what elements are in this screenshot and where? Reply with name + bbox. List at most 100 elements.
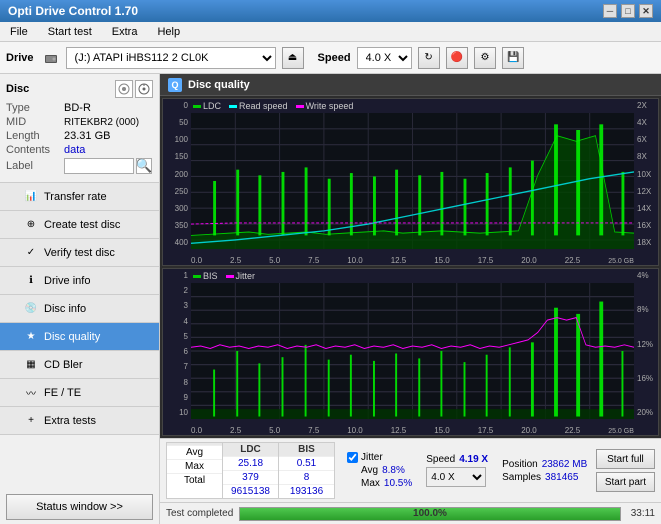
legend-ldc-label: LDC <box>203 101 221 111</box>
jitter-max-row: Max 10.5% <box>347 478 412 489</box>
progress-percent: 100.0% <box>240 508 619 520</box>
label-label: Label <box>6 160 64 172</box>
nav-drive-info-label: Drive info <box>44 275 90 287</box>
nav-cd-bler-label: CD Bler <box>44 359 83 371</box>
stats-header-ldc: LDC <box>223 443 278 457</box>
jitter-checkbox[interactable] <box>347 452 358 463</box>
title-bar: Opti Drive Control 1.70 ─ □ ✕ <box>0 0 661 22</box>
disc-quality-icon-header: Q <box>168 78 182 92</box>
chart2-y-axis-left: 10 9 8 7 6 5 4 3 2 1 <box>163 269 191 419</box>
chart-bis-legend: BIS Jitter <box>193 271 255 281</box>
nav-transfer-rate-label: Transfer rate <box>44 191 107 203</box>
nav-extra-tests-label: Extra tests <box>44 415 96 427</box>
fe-te-icon: 〰 <box>24 386 38 400</box>
chart1-y-axis-left: 400 350 300 250 200 150 100 50 0 <box>163 99 191 249</box>
nav-disc-quality-label: Disc quality <box>44 331 100 343</box>
samples-row: Samples 381465 <box>502 472 587 483</box>
position-section: Position 23862 MB Samples 381465 <box>502 459 587 483</box>
legend-write-speed-label: Write speed <box>306 101 354 111</box>
nav-drive-info[interactable]: ℹ Drive info <box>0 267 159 295</box>
main-area: Disc Type BD-R MID RITEKBR2 (000) <box>0 74 661 524</box>
disc-icon-2[interactable] <box>135 80 153 98</box>
contents-value: data <box>64 144 85 156</box>
save-button[interactable]: 💾 <box>502 47 524 69</box>
legend-ldc-dot <box>193 105 201 108</box>
stats-area: Avg Max Total LDC 25.18 379 9615138 BIS … <box>160 438 661 502</box>
position-label: Position <box>502 459 538 470</box>
chart1-y-axis-right: 18X 16X 14X 12X 10X 8X 6X 4X 2X <box>634 99 658 249</box>
refresh-button[interactable]: ↻ <box>418 47 440 69</box>
close-button[interactable]: ✕ <box>639 4 653 18</box>
speed-select-stat[interactable]: 4.0 X <box>426 467 486 487</box>
minimize-button[interactable]: ─ <box>603 4 617 18</box>
stats-ldc-avg: 25.18 <box>223 457 278 471</box>
disc-quality-header: Q Disc quality <box>160 74 661 96</box>
jitter-section: Jitter Avg 8.8% Max 10.5% <box>347 452 412 489</box>
jitter-max-value: 10.5% <box>384 478 412 489</box>
nav-transfer-rate[interactable]: 📊 Transfer rate <box>0 183 159 211</box>
menu-file[interactable]: File <box>4 24 34 40</box>
samples-value: 381465 <box>545 472 578 483</box>
drive-icon <box>44 51 58 65</box>
stats-label-avg: Avg <box>167 446 222 460</box>
legend-jitter-dot <box>226 275 234 278</box>
chart-ldc: LDC Read speed Write speed 400 350 30 <box>162 98 659 266</box>
status-window-button[interactable]: Status window >> <box>6 494 153 520</box>
legend-read-speed: Read speed <box>229 101 288 111</box>
settings-button[interactable]: ⚙ <box>474 47 496 69</box>
nav-create-test-disc-label: Create test disc <box>44 219 120 231</box>
disc-quality-icon: ★ <box>24 330 38 344</box>
jitter-avg-value: 8.8% <box>382 465 405 476</box>
stats-ldc-max: 379 <box>223 471 278 485</box>
stats-row-main: Avg Max Total LDC 25.18 379 9615138 BIS … <box>166 442 655 499</box>
speed-select[interactable]: 4.0 X 8.0 X <box>357 47 412 69</box>
drive-select[interactable]: (J:) ATAPI iHBS112 2 CL0K <box>66 47 276 69</box>
transfer-rate-icon: 📊 <box>24 190 38 204</box>
type-value: BD-R <box>64 102 91 114</box>
stats-bis-total: 193136 <box>279 485 334 498</box>
nav-extra-tests[interactable]: + Extra tests <box>0 407 159 435</box>
nav-create-test-disc[interactable]: ⊕ Create test disc <box>0 211 159 239</box>
start-part-button[interactable]: Start part <box>596 472 655 492</box>
start-full-button[interactable]: Start full <box>596 449 655 469</box>
jitter-check-row: Jitter <box>347 452 412 463</box>
charts-area: LDC Read speed Write speed 400 350 30 <box>160 96 661 438</box>
maximize-button[interactable]: □ <box>621 4 635 18</box>
legend-write-speed: Write speed <box>296 101 354 111</box>
menu-bar: File Start test Extra Help <box>0 22 661 42</box>
samples-label: Samples <box>502 472 541 483</box>
disc-icon-1[interactable] <box>115 80 133 98</box>
time-text: 33:11 <box>631 508 655 519</box>
nav-disc-quality[interactable]: ★ Disc quality <box>0 323 159 351</box>
burn-button[interactable]: 🔴 <box>446 47 468 69</box>
speed-section: Speed 4.19 X 4.0 X <box>426 454 488 487</box>
speed-value: 4.19 X <box>459 454 488 465</box>
chart-ldc-legend: LDC Read speed Write speed <box>193 101 353 111</box>
mid-label: MID <box>6 116 64 128</box>
label-btn[interactable]: 🔍 <box>136 158 152 174</box>
label-input[interactable] <box>64 158 134 174</box>
disc-title: Disc <box>6 83 29 95</box>
chart1-svg <box>191 113 634 249</box>
nav-fe-te-label: FE / TE <box>44 387 81 399</box>
nav-fe-te[interactable]: 〰 FE / TE <box>0 379 159 407</box>
length-value: 23.31 GB <box>64 130 110 142</box>
chart2-plot <box>191 283 634 419</box>
legend-write-speed-dot <box>296 105 304 108</box>
menu-help[interactable]: Help <box>151 24 186 40</box>
menu-start-test[interactable]: Start test <box>42 24 98 40</box>
disc-info-icon: 💿 <box>24 302 38 316</box>
app-title: Opti Drive Control 1.70 <box>8 4 138 18</box>
eject-button[interactable]: ⏏ <box>282 47 304 69</box>
nav-cd-bler[interactable]: ▦ CD Bler <box>0 351 159 379</box>
legend-bis-dot <box>193 275 201 278</box>
cd-bler-icon: ▦ <box>24 358 38 372</box>
drive-label: Drive <box>6 52 34 64</box>
content-area: Q Disc quality LDC Read speed <box>160 74 661 524</box>
stats-header-bis: BIS <box>279 443 334 457</box>
menu-extra[interactable]: Extra <box>106 24 144 40</box>
stats-ldc-total: 9615138 <box>223 485 278 498</box>
nav-disc-info[interactable]: 💿 Disc info <box>0 295 159 323</box>
speed-label: Speed <box>318 52 351 64</box>
nav-verify-test-disc[interactable]: ✓ Verify test disc <box>0 239 159 267</box>
